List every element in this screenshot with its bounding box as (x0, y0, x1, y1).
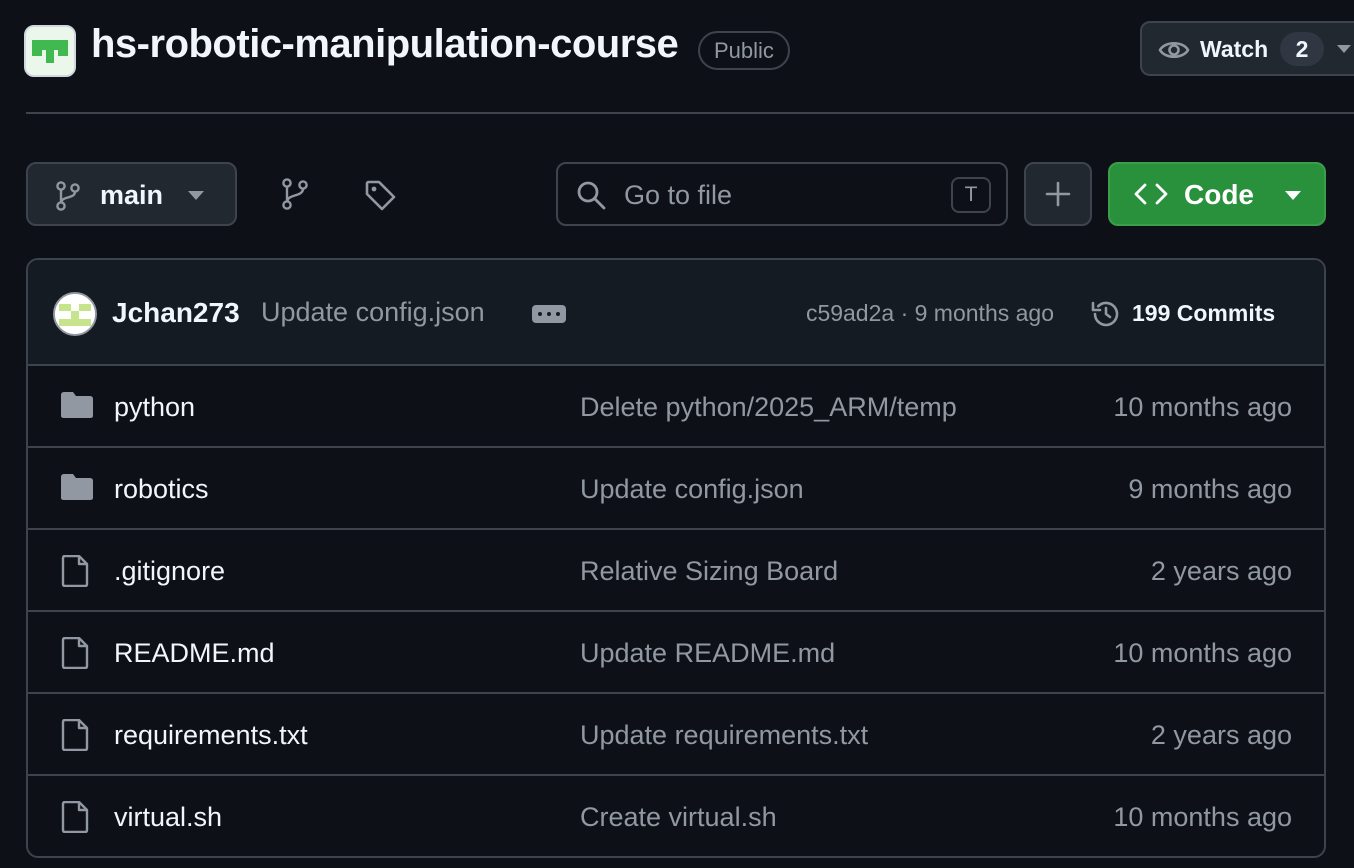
file-name-link[interactable]: virtual.sh (114, 802, 222, 833)
repo-avatar[interactable] (24, 25, 76, 77)
file-commit-date: 2 years ago (1150, 720, 1292, 750)
file-icon (60, 801, 90, 833)
code-button[interactable]: Code (1108, 162, 1326, 226)
commit-author-avatar[interactable] (53, 292, 97, 336)
git-branch-icon (56, 181, 80, 211)
file-commit-date: 9 months ago (1128, 474, 1292, 504)
chevron-down-icon (1337, 45, 1351, 53)
file-icon (60, 555, 90, 587)
chevron-down-icon (188, 191, 204, 200)
file-name-link[interactable]: python (114, 392, 195, 423)
keyboard-shortcut-hint: T (951, 177, 991, 213)
file-row[interactable]: README.md Update README.md 10 months ago (28, 612, 1324, 694)
file-name-link[interactable]: robotics (114, 474, 209, 505)
visibility-badge: Public (698, 31, 790, 70)
file-commit-date: 10 months ago (1113, 638, 1292, 668)
file-commit-message[interactable]: Delete python/2025_ARM/temp (580, 392, 957, 423)
expand-commit-message-button[interactable] (532, 305, 566, 323)
add-file-button[interactable] (1024, 162, 1092, 226)
commits-count: 199 Commits (1132, 300, 1276, 326)
eye-icon (1158, 41, 1190, 59)
watch-label: Watch (1200, 36, 1269, 62)
file-commit-date: 2 years ago (1150, 556, 1292, 586)
plus-icon (1045, 181, 1071, 207)
branch-name: main (100, 180, 164, 210)
tag-icon[interactable] (364, 179, 396, 211)
file-commit-message[interactable]: Relative Sizing Board (580, 556, 838, 587)
file-commit-date: 10 months ago (1113, 392, 1292, 422)
code-label: Code (1184, 179, 1254, 210)
file-row[interactable]: virtual.sh Create virtual.sh 10 months ago (28, 776, 1324, 856)
file-row[interactable]: robotics Update config.json 9 months ago (28, 448, 1324, 530)
file-row[interactable]: python Delete python/2025_ARM/temp 10 mont… (28, 366, 1324, 448)
file-row[interactable]: .gitignore Relative Sizing Board 2 years a… (28, 530, 1324, 612)
file-name-link[interactable]: requirements.txt (114, 720, 308, 751)
file-name-link[interactable]: .gitignore (114, 556, 225, 587)
file-commit-message[interactable]: Update requirements.txt (580, 720, 868, 751)
file-commit-message[interactable]: Update config.json (580, 474, 804, 505)
branches-icon[interactable] (281, 178, 309, 210)
code-icon (1134, 183, 1168, 205)
identicon-icon (55, 294, 95, 334)
file-name-link[interactable]: README.md (114, 638, 275, 669)
chevron-down-icon (1285, 191, 1301, 200)
file-commit-date: 10 months ago (1113, 802, 1292, 832)
file-icon (60, 637, 90, 669)
file-icon (60, 719, 90, 751)
branch-selector-button[interactable]: main (26, 162, 237, 226)
go-to-file-search[interactable]: Go to file T (556, 162, 1008, 226)
watch-count: 2 (1280, 32, 1324, 66)
file-row[interactable]: requirements.txt Update requirements.txt 2… (28, 694, 1324, 776)
folder-icon (60, 473, 94, 501)
header-divider (26, 112, 1354, 114)
history-icon (1091, 301, 1119, 327)
repo-header: hs-robotic-manipulation-course Public Wa… (0, 0, 1354, 114)
repo-name[interactable]: hs-robotic-manipulation-course (91, 22, 679, 67)
search-icon (577, 181, 606, 210)
commit-message[interactable]: Update config.json (261, 297, 485, 328)
folder-icon (60, 391, 94, 419)
watch-button[interactable]: Watch 2 (1140, 21, 1354, 76)
search-placeholder: Go to file (624, 180, 733, 210)
repo-avatar-logo-icon (26, 27, 74, 75)
file-list: Jchan273 Update config.json c59ad2a · 9 … (26, 258, 1326, 858)
commit-author[interactable]: Jchan273 (112, 297, 240, 329)
latest-commit-bar: Jchan273 Update config.json c59ad2a · 9 … (28, 260, 1324, 366)
file-commit-message[interactable]: Create virtual.sh (580, 802, 777, 833)
file-commit-message[interactable]: Update README.md (580, 638, 835, 669)
commit-hash-and-time[interactable]: c59ad2a · 9 months ago (806, 300, 1054, 327)
